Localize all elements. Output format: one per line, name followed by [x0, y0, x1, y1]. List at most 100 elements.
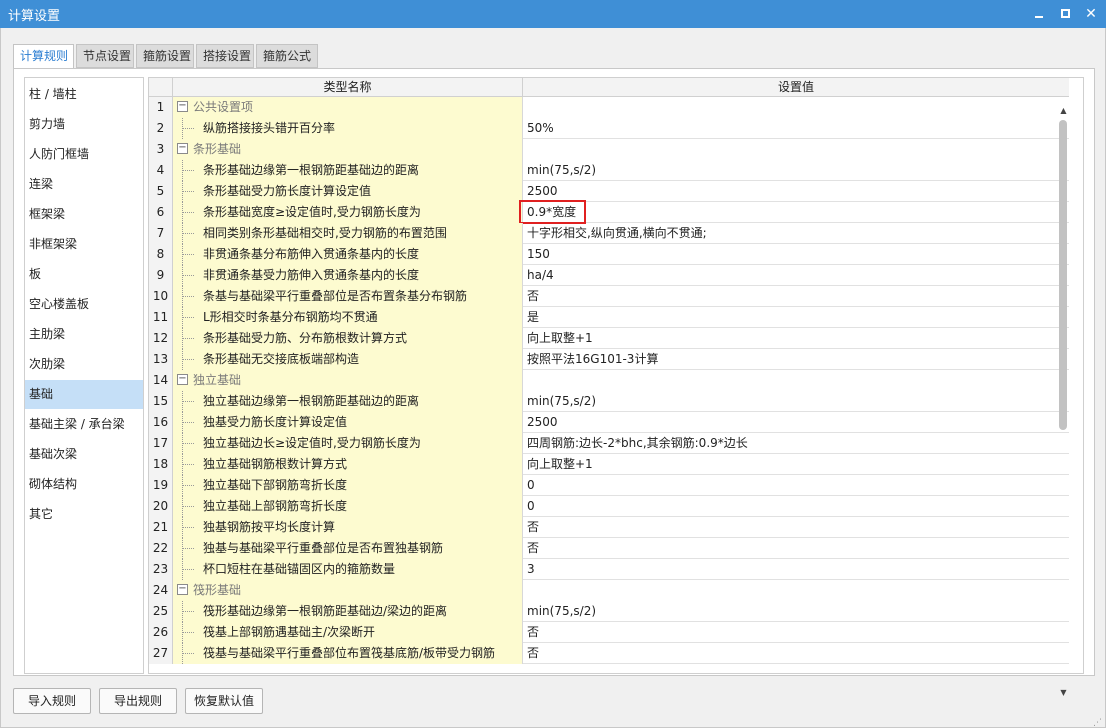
table-row[interactable]: 16 独基受力筋长度计算设定值 2500	[149, 412, 1069, 433]
sidebar-item-hollow-slab[interactable]: 空心楼盖板	[25, 290, 143, 319]
row-number: 12	[149, 328, 173, 349]
tab-stirrup-settings[interactable]: 箍筋设置	[136, 44, 194, 68]
setting-name: 非贯通条基受力筋伸入贯通条基内的长度	[203, 268, 420, 282]
name-cell: 条形基础边缘第一根钢筋距基础边的距离	[173, 160, 523, 181]
table-row[interactable]: 22 独基与基础梁平行重叠部位是否布置独基钢筋 否	[149, 538, 1069, 559]
table-row[interactable]: 20 独立基础上部钢筋弯折长度 0	[149, 496, 1069, 517]
row-number: 3	[149, 139, 173, 160]
table-row[interactable]: 5 条形基础受力筋长度计算设定值 2500	[149, 181, 1069, 202]
sidebar-item-masonry[interactable]: 砌体结构	[25, 470, 143, 499]
column-header-value[interactable]: 设置值	[523, 78, 1069, 97]
value-cell[interactable]: 是	[523, 307, 1069, 328]
value-cell[interactable]: 0	[523, 496, 1069, 517]
sidebar-item-foundation[interactable]: 基础	[25, 380, 143, 409]
table-row[interactable]: 10 条基与基础梁平行重叠部位是否布置条基分布钢筋 否	[149, 286, 1069, 307]
table-row[interactable]: 27 筏基与基础梁平行重叠部位布置筏基底筋/板带受力钢筋 否	[149, 643, 1069, 664]
table-row[interactable]: 17 独立基础边长≥设定值时,受力钢筋长度为 四周钢筋:边长-2*bhc,其余钢…	[149, 433, 1069, 454]
table-row[interactable]: 11 L形相交时条基分布钢筋均不贯通 是	[149, 307, 1069, 328]
sidebar-item-main-rib-beam[interactable]: 主肋梁	[25, 320, 143, 349]
value-cell[interactable]: 否	[523, 538, 1069, 559]
name-cell: 独基钢筋按平均长度计算	[173, 517, 523, 538]
value-cell[interactable]: 否	[523, 643, 1069, 664]
sidebar-item-non-frame-beam[interactable]: 非框架梁	[25, 230, 143, 259]
sidebar-item-blast-door-wall[interactable]: 人防门框墙	[25, 140, 143, 169]
sidebar-item-shear-wall[interactable]: 剪力墙	[25, 110, 143, 139]
sidebar-item-column[interactable]: 柱 / 墙柱	[25, 80, 143, 109]
table-row[interactable]: 6 条形基础宽度≥设定值时,受力钢筋长度为 0.9*宽度	[149, 200, 1069, 224]
value-cell[interactable]: 十字形相交,纵向贯通,横向不贯通;	[523, 223, 1069, 244]
table-row[interactable]: 9 非贯通条基受力筋伸入贯通条基内的长度 ha/4	[149, 265, 1069, 286]
table-row-group[interactable]: 3 − 条形基础	[149, 139, 1069, 160]
table-row[interactable]: 15 独立基础边缘第一根钢筋距基础边的距离 min(75,s/2)	[149, 391, 1069, 412]
maximize-button[interactable]	[1052, 3, 1078, 25]
tab-lap-settings[interactable]: 搭接设置	[196, 44, 254, 68]
table-row[interactable]: 18 独立基础钢筋根数计算方式 向上取整+1	[149, 454, 1069, 475]
collapse-icon[interactable]: −	[177, 584, 188, 595]
value-cell[interactable]: 否	[523, 622, 1069, 643]
minimize-button[interactable]	[1026, 3, 1052, 25]
row-number: 5	[149, 181, 173, 202]
sidebar-item-slab[interactable]: 板	[25, 260, 143, 289]
value-cell[interactable]: 按照平法16G101-3计算	[523, 349, 1069, 370]
value-cell[interactable]: 2500	[523, 181, 1069, 202]
table-row[interactable]: 23 杯口短柱在基础锚固区内的箍筋数量 3	[149, 559, 1069, 580]
value-cell[interactable]: min(75,s/2)	[523, 601, 1069, 622]
tree-branch	[182, 527, 194, 528]
scroll-thumb[interactable]	[1059, 120, 1067, 430]
table-row[interactable]: 12 条形基础受力筋、分布筋根数计算方式 向上取整+1	[149, 328, 1069, 349]
value-cell[interactable]: 否	[523, 286, 1069, 307]
tab-stirrup-formula[interactable]: 箍筋公式	[256, 44, 318, 68]
name-cell: 独基与基础梁平行重叠部位是否布置独基钢筋	[173, 538, 523, 559]
value-cell[interactable]: 否	[523, 517, 1069, 538]
table-row[interactable]: 8 非贯通条基分布筋伸入贯通条基内的长度 150	[149, 244, 1069, 265]
table-row-group[interactable]: 24 − 筏形基础	[149, 580, 1069, 601]
table-row[interactable]: 19 独立基础下部钢筋弯折长度 0	[149, 475, 1069, 496]
sidebar-item-foundation-secondary-beam[interactable]: 基础次梁	[25, 440, 143, 469]
table-row[interactable]: 26 筏基上部钢筋遇基础主/次梁断开 否	[149, 622, 1069, 643]
sidebar-item-foundation-main-beam[interactable]: 基础主梁 / 承台梁	[25, 410, 143, 439]
vertical-scrollbar[interactable]: ▲ ▼	[1056, 104, 1071, 700]
value-cell[interactable]: 2500	[523, 412, 1069, 433]
setting-name: 独基钢筋按平均长度计算	[203, 520, 336, 534]
value-cell[interactable]: 0.9*宽度	[523, 202, 1069, 223]
resize-grip-icon[interactable]: ⋰	[1093, 718, 1102, 728]
sidebar-item-other[interactable]: 其它	[25, 500, 143, 529]
value-cell[interactable]: 向上取整+1	[523, 328, 1069, 349]
table-row[interactable]: 2 纵筋搭接接头错开百分率 50%	[149, 118, 1069, 139]
table-row[interactable]: 21 独基钢筋按平均长度计算 否	[149, 517, 1069, 538]
name-cell: 独立基础边长≥设定值时,受力钢筋长度为	[173, 433, 523, 454]
import-rules-button[interactable]: 导入规则	[13, 688, 91, 714]
value-cell[interactable]: 3	[523, 559, 1069, 580]
collapse-icon[interactable]: −	[177, 101, 188, 112]
close-button[interactable]: ✕	[1078, 3, 1104, 25]
sidebar-item-frame-beam[interactable]: 框架梁	[25, 200, 143, 229]
table-row[interactable]: 7 相同类别条形基础相交时,受力钢筋的布置范围 十字形相交,纵向贯通,横向不贯通…	[149, 223, 1069, 244]
setting-name: 筏形基础边缘第一根钢筋距基础边/梁边的距离	[203, 604, 448, 618]
maximize-icon	[1061, 9, 1070, 18]
value-cell[interactable]: min(75,s/2)	[523, 391, 1069, 412]
table-row[interactable]: 13 条形基础无交接底板端部构造 按照平法16G101-3计算	[149, 349, 1069, 370]
value-cell[interactable]: 向上取整+1	[523, 454, 1069, 475]
tab-calc-rules[interactable]: 计算规则	[13, 44, 74, 69]
value-cell[interactable]: 50%	[523, 118, 1069, 139]
tab-node-settings[interactable]: 节点设置	[76, 44, 134, 68]
value-cell[interactable]: 四周钢筋:边长-2*bhc,其余钢筋:0.9*边长	[523, 433, 1069, 454]
collapse-icon[interactable]: −	[177, 374, 188, 385]
value-cell[interactable]: 150	[523, 244, 1069, 265]
table-row[interactable]: 25 筏形基础边缘第一根钢筋距基础边/梁边的距离 min(75,s/2)	[149, 601, 1069, 622]
value-cell[interactable]: min(75,s/2)	[523, 160, 1069, 181]
table-row[interactable]: 4 条形基础边缘第一根钢筋距基础边的距离 min(75,s/2)	[149, 160, 1069, 181]
value-cell[interactable]: 0	[523, 475, 1069, 496]
export-rules-button[interactable]: 导出规则	[99, 688, 177, 714]
collapse-icon[interactable]: −	[177, 143, 188, 154]
column-header-name[interactable]: 类型名称	[173, 78, 523, 97]
setting-name: 筏基上部钢筋遇基础主/次梁断开	[203, 625, 376, 639]
sidebar-item-coupling-beam[interactable]: 连梁	[25, 170, 143, 199]
table-row-group[interactable]: 1 − 公共设置项	[149, 97, 1069, 118]
restore-defaults-button[interactable]: 恢复默认值	[185, 688, 263, 714]
scroll-up-icon[interactable]: ▲	[1056, 104, 1071, 118]
sidebar-item-secondary-rib-beam[interactable]: 次肋梁	[25, 350, 143, 379]
table-row-group[interactable]: 14 − 独立基础	[149, 370, 1069, 391]
value-cell[interactable]: ha/4	[523, 265, 1069, 286]
row-number: 17	[149, 433, 173, 454]
